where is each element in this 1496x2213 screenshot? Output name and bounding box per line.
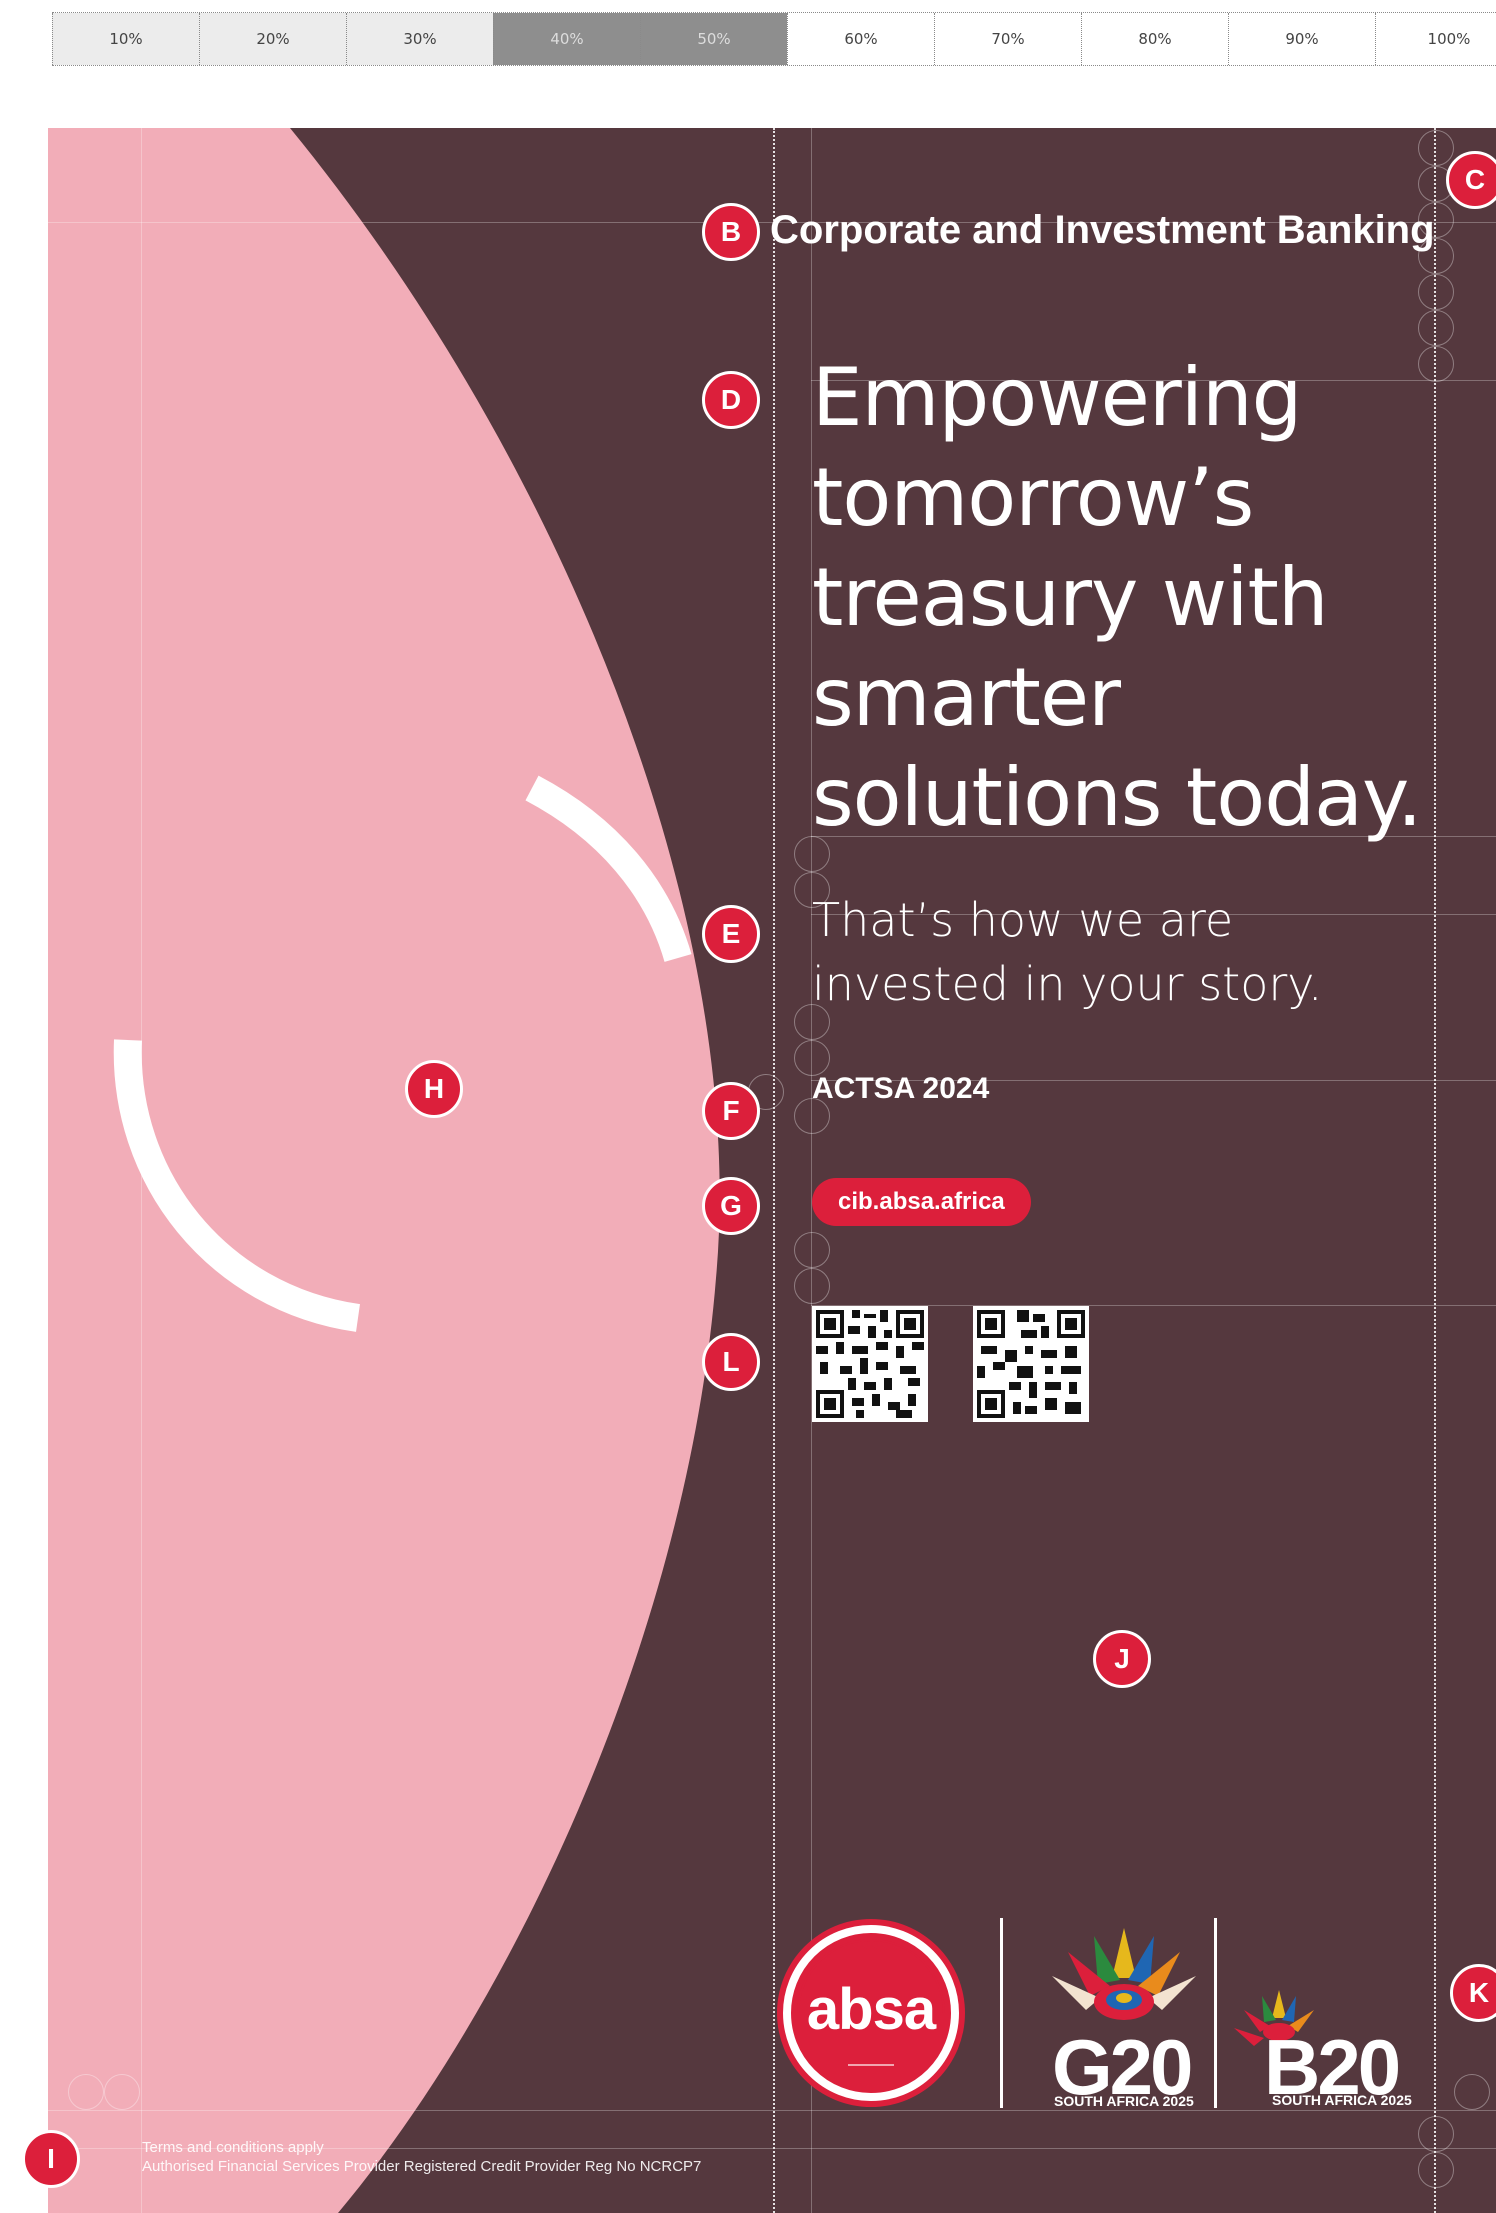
spacing-circle [794,1040,830,1076]
logo-divider [1214,1918,1217,2108]
tint-label: 40% [550,30,584,48]
tint-label: 10% [109,30,143,48]
tint-swatch: 60% [787,13,934,65]
spacing-circle [794,1232,830,1268]
legal-footnote: Terms and conditions apply Authorised Fi… [142,2138,701,2176]
spacing-circle [1418,310,1454,346]
absa-logo-text: absa [806,1977,936,2042]
spacing-circle [104,2074,140,2110]
url-button[interactable]: cib.absa.africa [812,1178,1031,1226]
margin-guide [141,128,142,2213]
g20-caption: SOUTH AFRICA 2025 [1054,2093,1194,2109]
headline-line: treasury with [812,551,1329,644]
annotation-badge-g: G [702,1177,760,1235]
spacing-circle [794,1268,830,1304]
tint-swatch: 40% [493,13,640,65]
tint-swatch: 10% [52,13,199,65]
poster: Corporate and Investment Banking Empower… [48,128,1496,2213]
tint-label: 20% [256,30,290,48]
spacing-circle [1418,2152,1454,2188]
annotation-badge-l: L [702,1333,760,1391]
tint-label: 80% [1138,30,1172,48]
tint-swatch: 70% [934,13,1081,65]
tint-swatch: 90% [1228,13,1375,65]
tint-label: 50% [697,30,731,48]
b20-logo: B20 SOUTH AFRICA 2025 [1234,1988,1434,2108]
spacing-circle [1418,130,1454,166]
tint-label: 70% [991,30,1025,48]
g20-logo: G20 SOUTH AFRICA 2025 [1024,1918,1224,2109]
tint-swatch: 100% [1375,13,1496,65]
tint-swatch: 30% [346,13,493,65]
logo-divider [1000,1918,1003,2108]
absa-logo: absa [776,1918,966,2108]
annotation-badge-h: H [405,1060,463,1118]
column-guide [773,128,775,2213]
tint-swatch: 50% [640,13,787,65]
footnote-line: Authorised Financial Services Provider R… [142,2158,702,2175]
eyebrow-heading: Corporate and Investment Banking [770,208,1435,252]
tint-label: 30% [403,30,437,48]
tint-scale: 10% 20% 30% 40% 50% 60% 70% 80% 90% 100% [52,12,1496,66]
spacing-circle [68,2074,104,2110]
tint-label: 100% [1427,30,1471,48]
annotation-badge-e: E [702,905,760,963]
headline-line: smarter [812,651,1121,744]
annotation-badge-j: J [1093,1630,1151,1688]
spacing-circle [1454,2074,1490,2110]
headline: Empowering tomorrow’s treasury with smar… [812,348,1492,848]
annotation-badge-b: B [702,203,760,261]
qr-code-icon[interactable] [973,1306,1089,1422]
subheading: That’s how we are invested in your story… [812,888,1432,1016]
annotation-badge-f: F [702,1082,760,1140]
tint-swatch: 80% [1081,13,1228,65]
annotation-badge-i: I [22,2130,80,2188]
footnote-line: Terms and conditions apply [142,2139,324,2156]
spacing-circle [1418,274,1454,310]
tint-label: 60% [844,30,878,48]
tint-label: 90% [1285,30,1319,48]
headline-line: solutions today. [812,751,1422,844]
annotation-badge-d: D [702,371,760,429]
tint-swatch: 20% [199,13,346,65]
award-label: ACTSA 2024 [812,1072,990,1105]
headline-line: tomorrow’s [812,451,1254,544]
annotation-badge-c: C [1446,151,1496,209]
protea-icon [1052,1928,1196,2020]
spacing-circle [1418,2116,1454,2152]
headline-line: Empowering [812,351,1302,444]
b20-caption: SOUTH AFRICA 2025 [1272,2092,1412,2108]
subheading-line: That’s how we are [812,893,1234,947]
subheading-line: invested in your story. [812,957,1323,1011]
qr-code-icon[interactable] [812,1306,928,1422]
